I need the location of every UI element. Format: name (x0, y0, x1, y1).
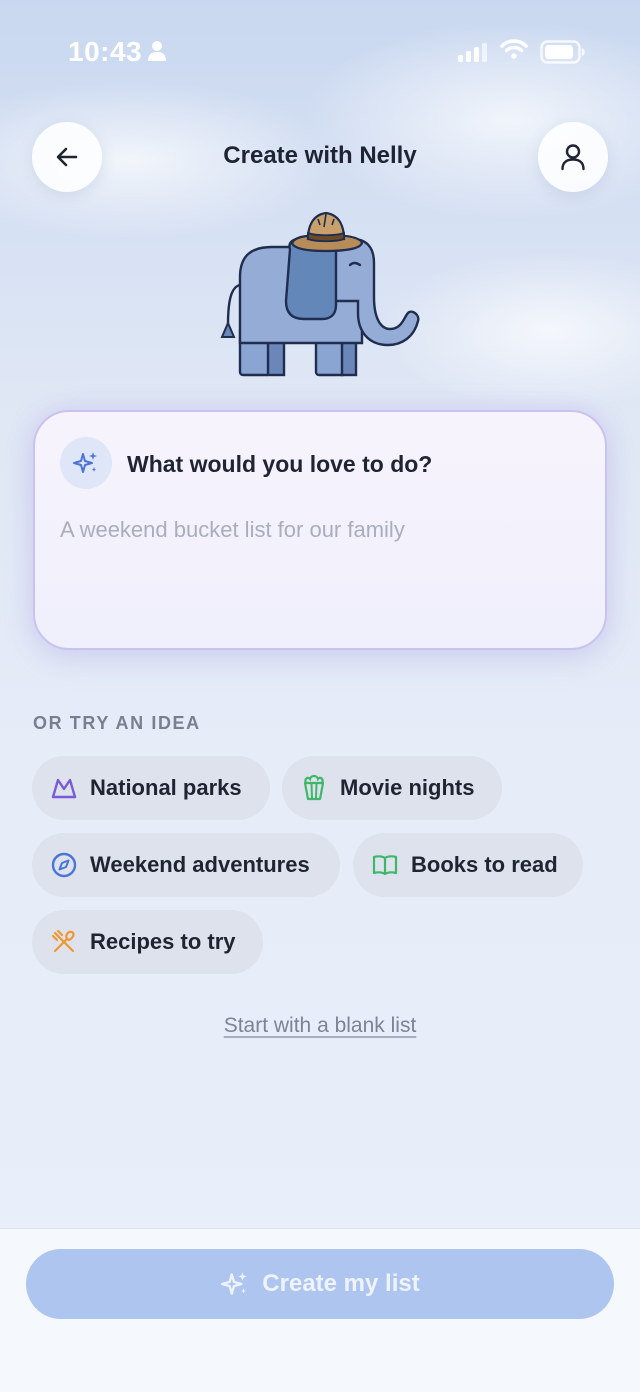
mountain-icon (51, 775, 77, 801)
prompt-icon-badge (60, 437, 112, 489)
battery-icon (540, 40, 585, 64)
idea-chip-weekend-adventures[interactable]: Weekend adventures (32, 833, 340, 897)
create-button-label: Create my list (262, 1270, 420, 1297)
idea-chip-movie-nights[interactable]: Movie nights (282, 756, 502, 820)
status-bar: 10:43 (0, 0, 640, 100)
wifi-icon (500, 39, 528, 59)
idea-chip-national-parks[interactable]: National parks (32, 756, 270, 820)
person-icon (148, 41, 166, 61)
signal-icon (458, 43, 487, 62)
sparkles-icon (73, 452, 97, 473)
create-my-list-button[interactable]: Create my list (26, 1249, 614, 1319)
prompt-heading: What would you love to do? (127, 451, 433, 477)
compass-icon (51, 852, 77, 878)
profile-button[interactable] (538, 122, 608, 192)
utensils-icon (51, 929, 77, 955)
idea-chip-recipes-to-try[interactable]: Recipes to try (32, 910, 263, 974)
prompt-card[interactable]: What would you love to do? (33, 410, 607, 650)
ideas-section-label: OR TRY AN IDEA (33, 713, 201, 733)
blank-list-link-container: Start with a blank list (0, 1014, 640, 1038)
chip-label: National parks (90, 775, 242, 800)
idea-chip-books-to-read[interactable]: Books to read (353, 833, 583, 897)
chip-label: Weekend adventures (90, 852, 310, 877)
chip-label: Movie nights (340, 775, 475, 800)
prompt-input[interactable] (60, 510, 580, 550)
chip-label: Recipes to try (90, 929, 236, 954)
book-icon (372, 852, 398, 878)
chip-label: Books to read (411, 852, 558, 877)
status-time: 10:43 (68, 36, 143, 67)
elephant-mascot-illustration (220, 211, 420, 377)
sparkles-icon (221, 1272, 248, 1295)
popcorn-icon (301, 775, 327, 801)
bottom-bar: Create my list (0, 1228, 640, 1392)
start-blank-list-link[interactable]: Start with a blank list (224, 1014, 417, 1037)
user-icon (561, 144, 585, 171)
